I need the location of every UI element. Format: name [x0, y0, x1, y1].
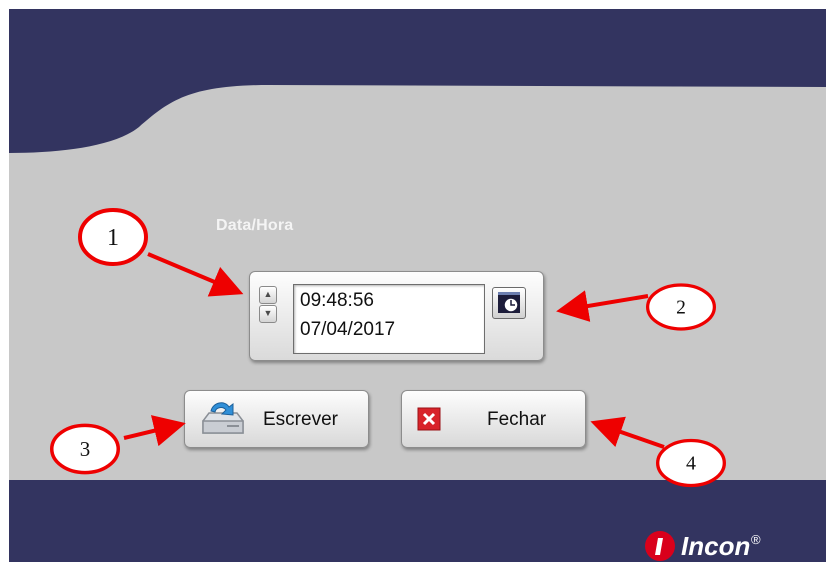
- callout-4: 4: [656, 438, 726, 488]
- callout-2: 2: [646, 283, 716, 331]
- callout-4-number: 4: [686, 453, 696, 475]
- callout-1: 1: [78, 208, 148, 266]
- callout-2-number: 2: [676, 298, 686, 319]
- callout-1-number: 1: [107, 225, 119, 251]
- callout-3: 3: [50, 423, 120, 475]
- callout-3-number: 3: [80, 437, 91, 461]
